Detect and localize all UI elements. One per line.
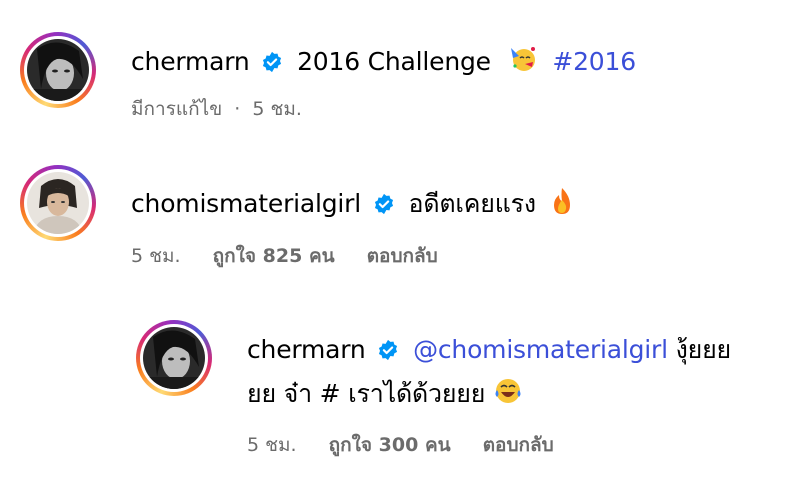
comment-username[interactable]: chomismaterialgirl — [131, 189, 361, 218]
reply-text-part1: งุ้ยยย — [675, 335, 732, 364]
comment-username[interactable]: chermarn — [131, 47, 250, 76]
likes-count-link[interactable]: ถูกใจ 825 คน — [213, 245, 335, 267]
hashtag-link[interactable]: #2016 — [552, 47, 636, 76]
comment-time: 5 ชม. — [252, 98, 302, 120]
edited-label: มีการแก้ไข — [131, 98, 223, 120]
avatar-chomismaterialgirl[interactable] — [20, 165, 96, 241]
verified-badge-icon — [263, 51, 282, 73]
comment-time: 5 ชม. — [247, 434, 297, 456]
partying-face-emoji — [509, 44, 539, 82]
laughing-tears-emoji — [493, 376, 523, 414]
verified-badge-icon — [379, 339, 398, 361]
comment-time: 5 ชม. — [131, 245, 181, 267]
comment-username[interactable]: chermarn — [247, 335, 366, 364]
verified-badge-icon — [374, 193, 393, 215]
meta-separator: · — [234, 98, 241, 120]
avatar-chermarn[interactable] — [20, 32, 96, 108]
fire-emoji — [550, 186, 574, 224]
comment-text: 2016 Challenge — [297, 47, 491, 76]
reply-button[interactable]: ตอบกลับ — [367, 245, 438, 267]
comment-text: อดีตเคยแรง — [408, 189, 537, 218]
reply-text-part2: ยย จ๋า # เราได้ด้วยยย — [247, 379, 486, 408]
likes-count-link[interactable]: ถูกใจ 300 คน — [329, 434, 451, 456]
avatar-chermarn-reply[interactable] — [136, 320, 212, 396]
reply-button[interactable]: ตอบกลับ — [483, 434, 554, 456]
mention-link[interactable]: @chomismaterialgirl — [413, 335, 668, 364]
